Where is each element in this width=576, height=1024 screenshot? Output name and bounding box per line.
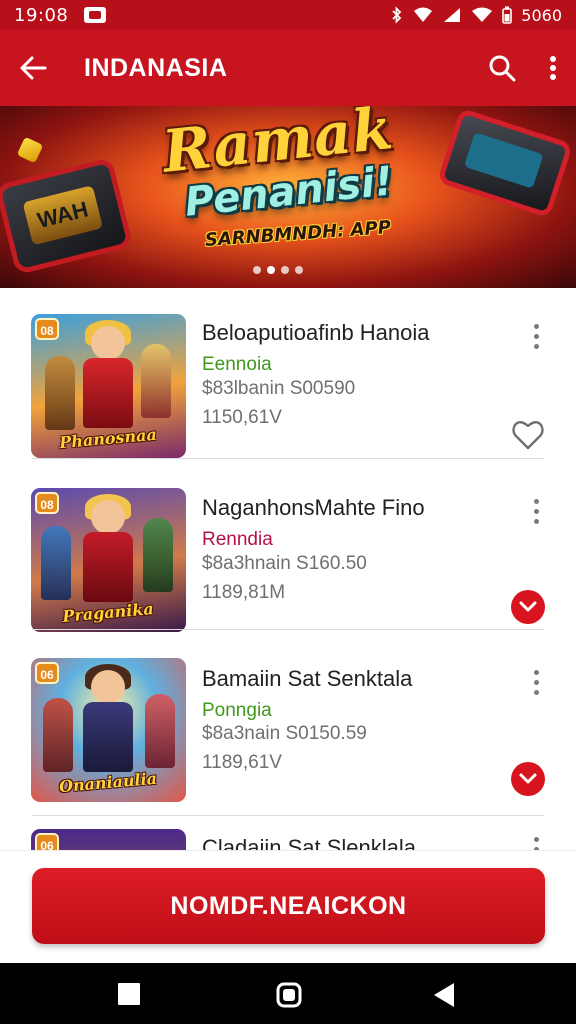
signal-icon — [444, 8, 461, 22]
home-button[interactable] — [276, 982, 302, 1008]
triangle-back-icon — [434, 983, 454, 1007]
back-nav-button[interactable] — [433, 982, 459, 1008]
heart-outline-icon — [512, 421, 544, 450]
promo-banner[interactable]: WAH Ramak Penanisi! SARNBMNDH: APP — [0, 106, 576, 288]
list-item[interactable]: 06 Cladaiin Sat Slenklala — [0, 815, 576, 850]
thumbnail-badge: 08 — [35, 492, 59, 514]
more-vertical-icon — [550, 56, 556, 80]
chevron-down-icon — [519, 601, 537, 612]
banner-subtitle: SARNBMNDH: APP — [204, 217, 392, 251]
square-icon — [118, 983, 140, 1005]
bluetooth-icon — [392, 6, 402, 24]
item-price: $8a3hnain S160.50 — [202, 553, 367, 574]
expand-button[interactable] — [511, 762, 545, 796]
item-category: Eennoia — [202, 354, 272, 375]
status-icons: 5060 — [390, 6, 562, 25]
app-bar: INDANASIA — [0, 30, 576, 106]
app-list: 08 Phanosnaa Beloaputioafinb Hanoia Eenn… — [0, 288, 576, 850]
carousel-indicator — [253, 266, 303, 274]
home-circle-icon — [276, 982, 302, 1008]
item-title: Beloaputioafinb Hanoia — [202, 320, 430, 345]
item-category: Renndia — [202, 529, 273, 550]
recents-button[interactable] — [117, 982, 143, 1008]
status-time: 19:08 — [14, 4, 69, 26]
list-item[interactable]: 08 Phanosnaa Beloaputioafinb Hanoia Eenn… — [0, 288, 576, 459]
item-more-button[interactable] — [524, 664, 548, 700]
system-navigation-bar — [0, 963, 576, 1024]
thumbnail-badge: 06 — [35, 833, 59, 850]
battery-level: 5060 — [521, 5, 562, 25]
divider — [32, 458, 544, 459]
search-button[interactable] — [474, 30, 530, 106]
item-price: $83lbanin S00590 — [202, 378, 356, 399]
primary-action-button[interactable]: NOMDF.NEAICKON — [32, 868, 545, 944]
list-item[interactable]: 06 Onaniaulia Bamaiin Sat Senktala Ponng… — [0, 644, 576, 816]
item-title: Bamaiin Sat Senktala — [202, 666, 413, 691]
item-size: 1189,81M — [202, 582, 286, 603]
battery-icon — [502, 6, 513, 24]
search-icon — [489, 55, 516, 82]
carousel-dot[interactable] — [295, 266, 303, 274]
carousel-dot[interactable] — [253, 266, 261, 274]
item-price: $8a3nain S0150.59 — [202, 723, 367, 744]
app-thumbnail[interactable]: 06 Onaniaulia — [31, 658, 186, 802]
app-screen: 19:08 5060 INDANASIA WAH Ramak Penanisi!… — [0, 0, 576, 1024]
item-title: Cladaiin Sat Slenklala — [202, 835, 417, 850]
carousel-dot[interactable] — [281, 266, 289, 274]
thumbnail-badge: 08 — [35, 318, 59, 340]
item-more-button[interactable] — [524, 493, 548, 529]
item-title: NaganhonsMahte Fino — [202, 495, 425, 520]
expand-button[interactable] — [511, 590, 545, 624]
app-thumbnail[interactable]: 08 Praganika — [31, 488, 186, 632]
app-thumbnail[interactable]: 06 — [31, 829, 186, 850]
item-more-button[interactable] — [524, 831, 548, 850]
arrow-left-icon — [20, 56, 47, 80]
favorite-button[interactable] — [511, 417, 545, 451]
item-size: 1150,61V — [202, 407, 282, 428]
page-title: INDANASIA — [84, 53, 228, 82]
back-button[interactable] — [0, 30, 66, 106]
item-size: 1189,61V — [202, 752, 282, 773]
app-thumbnail[interactable]: 08 Phanosnaa — [31, 314, 186, 458]
wifi-icon — [414, 7, 433, 22]
list-item[interactable]: 08 Praganika NaganhonsMahte Fino Renndia… — [0, 473, 576, 644]
wifi-icon-secondary — [472, 7, 493, 22]
bottom-action-area: NOMDF.NEAICKON — [0, 850, 576, 963]
divider — [32, 629, 544, 630]
status-bar: 19:08 5060 — [0, 0, 576, 30]
carousel-dot-active[interactable] — [267, 266, 275, 274]
chevron-down-icon — [519, 773, 537, 784]
thumbnail-badge: 06 — [35, 662, 59, 684]
notification-icon — [84, 7, 107, 23]
item-more-button[interactable] — [524, 318, 548, 354]
overflow-menu-button[interactable] — [530, 30, 576, 106]
item-category: Ponngia — [202, 700, 272, 721]
